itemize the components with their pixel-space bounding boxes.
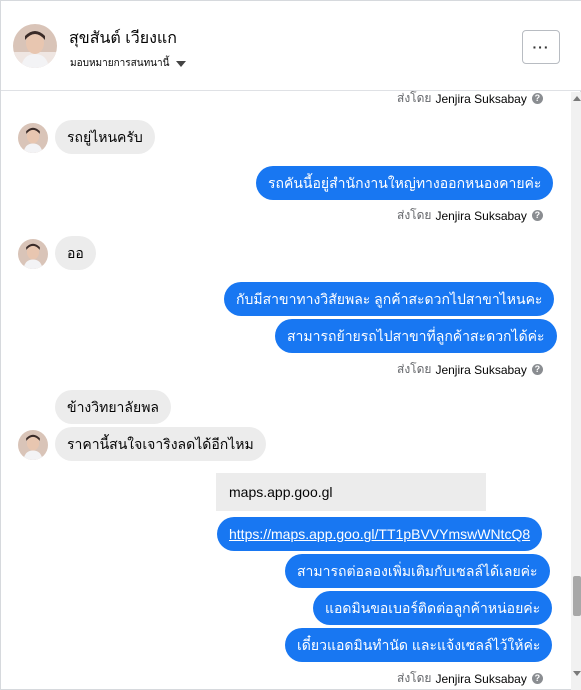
- scroll-down-icon[interactable]: [573, 671, 581, 676]
- sent-by-label: ส่งโดย Jenjira Suksabay ?: [397, 360, 543, 379]
- message-incoming[interactable]: ออ: [55, 236, 96, 270]
- assign-conversation-dropdown[interactable]: มอบหมายการสนทนานี้: [70, 56, 187, 71]
- message-outgoing[interactable]: กับมีสาขาทางวิสัยพละ ลูกค้าสะดวกไปสาขาไห…: [224, 282, 555, 316]
- message-outgoing[interactable]: สามารถต่อลองเพิ่มเติมกับเซลล์ได้เลยค่ะ: [285, 554, 550, 588]
- map-link[interactable]: https://maps.app.goo.gl/TT1pBVVYmswWNtcQ…: [229, 526, 530, 542]
- sent-by-agent: Jenjira Suksabay: [435, 91, 527, 106]
- message-incoming[interactable]: รถยู่ไหนครับ: [55, 120, 155, 154]
- assign-label: มอบหมายการสนทนานี้: [70, 58, 170, 69]
- message-outgoing-link[interactable]: https://maps.app.goo.gl/TT1pBVVYmswWNtcQ…: [217, 517, 543, 551]
- chat-window: สุขสันต์ เวียงแก มอบหมายการสนทนานี้ ··· …: [0, 0, 581, 690]
- message-incoming[interactable]: ข้างวิทยาลัยพล: [55, 390, 172, 424]
- message-outgoing[interactable]: เดี๋ยวแอดมินทำนัด และแจ้งเซลล์ไว้ให้ค่ะ: [285, 628, 553, 662]
- info-icon[interactable]: ?: [531, 673, 543, 684]
- info-icon[interactable]: ?: [531, 210, 543, 221]
- scrollbar-thumb[interactable]: [573, 576, 581, 616]
- sender-avatar[interactable]: [18, 123, 48, 153]
- sent-by-label: ส่งโดย Jenjira Suksabay ?: [397, 206, 543, 225]
- sent-by-prefix: ส่งโดย: [397, 91, 432, 105]
- sent-by-label: ส่งโดย Jenjira Suksabay ?: [397, 669, 543, 688]
- more-options-button[interactable]: ···: [522, 30, 560, 64]
- avatar-image: [13, 24, 57, 68]
- contact-name: สุขสันต์ เวียงแก: [69, 30, 177, 47]
- sender-avatar[interactable]: [18, 239, 48, 269]
- info-icon[interactable]: ?: [531, 93, 543, 104]
- contact-avatar[interactable]: [13, 24, 57, 68]
- link-preview-card[interactable]: maps.app.goo.gl: [216, 473, 486, 511]
- scroll-up-icon[interactable]: [573, 96, 581, 101]
- message-thread[interactable]: ส่งโดย Jenjira Suksabay ? รถยู่ไหนครับ ร…: [1, 89, 571, 690]
- message-outgoing[interactable]: แอดมินขอเบอร์ติดต่อลูกค้าหน่อยค่ะ: [313, 591, 553, 625]
- message-outgoing[interactable]: สามารถย้ายรถไปสาขาที่ลูกค้าสะดวกได้ค่ะ: [275, 319, 557, 353]
- sender-avatar[interactable]: [18, 430, 48, 460]
- info-icon[interactable]: ?: [531, 364, 543, 375]
- message-outgoing[interactable]: รถคันนี้อยู่สำนักงานใหญ่ทางออกหนองคายค่ะ: [256, 166, 554, 200]
- more-icon: ···: [532, 39, 550, 55]
- sent-by-label: ส่งโดย Jenjira Suksabay ?: [397, 89, 543, 108]
- conversation-header: สุขสันต์ เวียงแก มอบหมายการสนทนานี้ ···: [1, 1, 581, 91]
- message-incoming[interactable]: ราคานี้สนใจเจาริงลดได้อีกไหม: [55, 427, 266, 461]
- chevron-down-icon: [176, 60, 187, 67]
